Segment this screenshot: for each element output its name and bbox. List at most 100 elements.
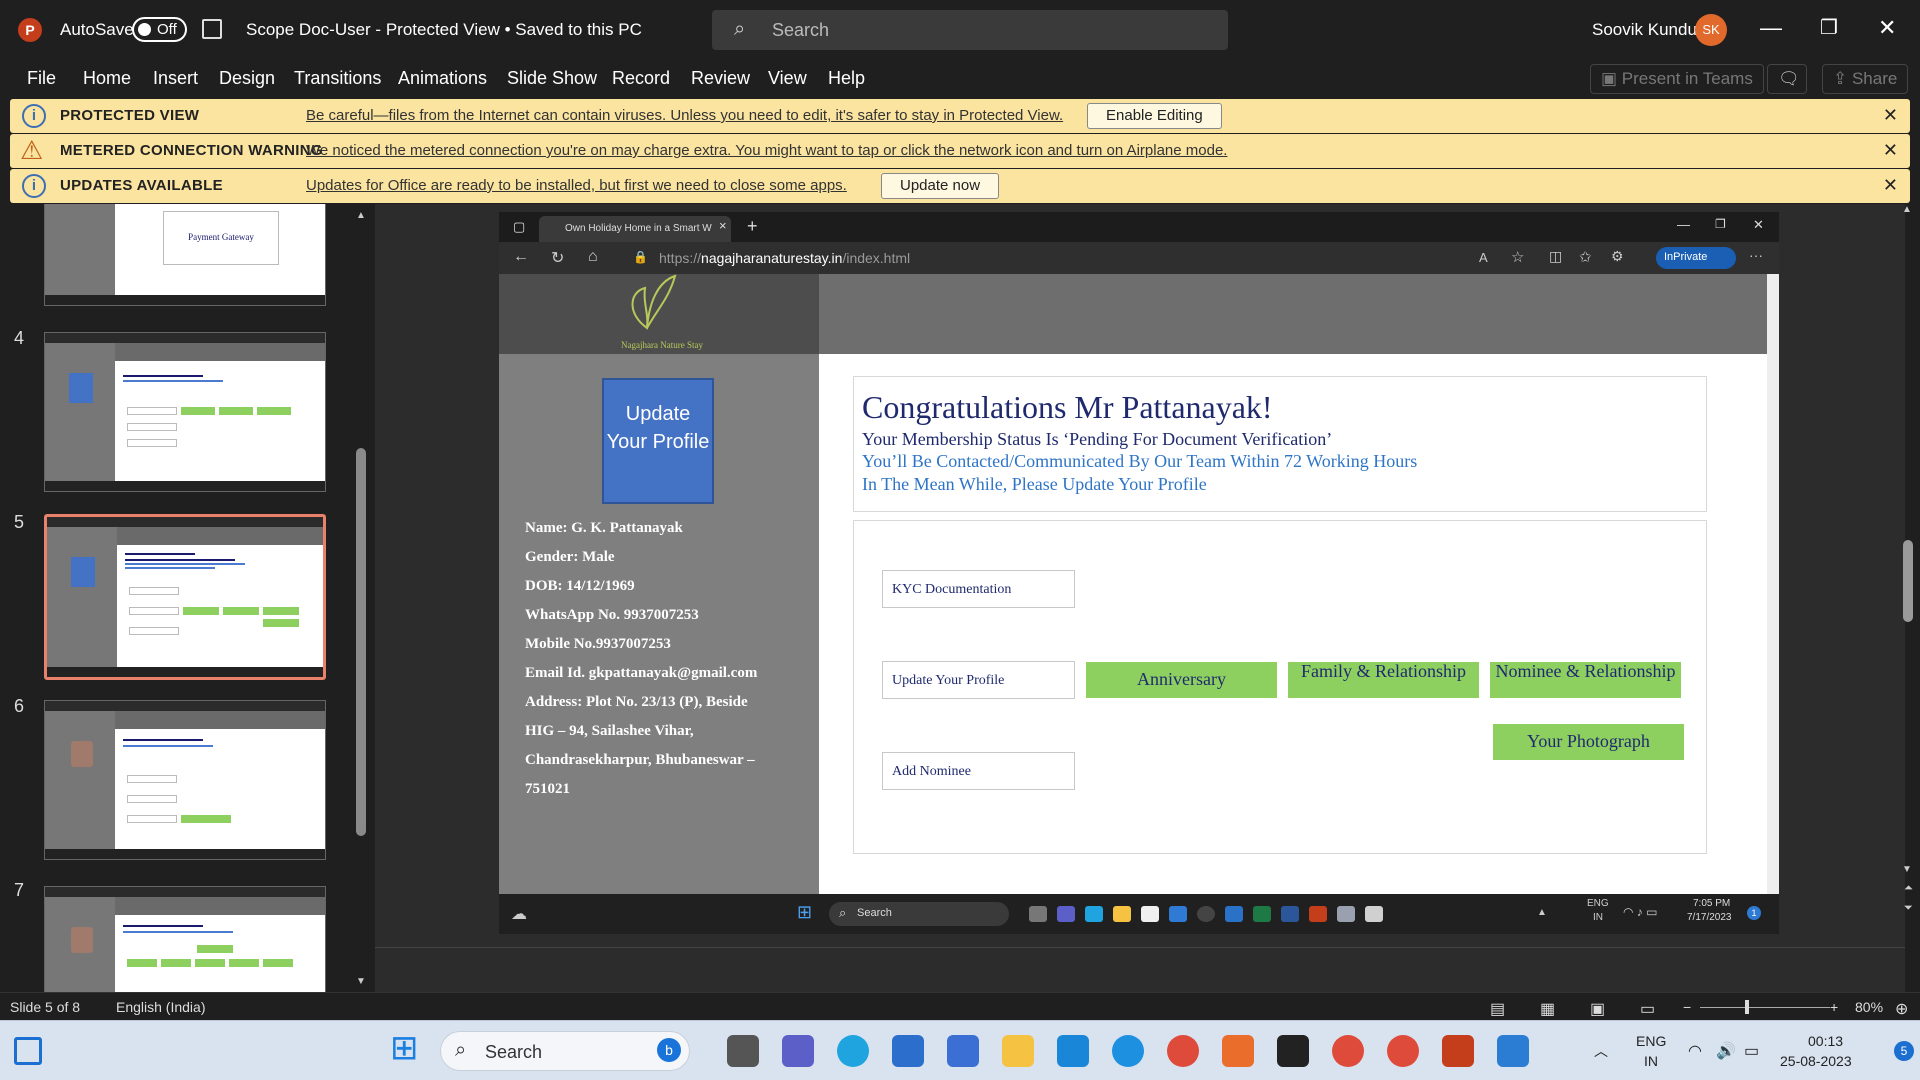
store-icon[interactable]: [947, 1035, 979, 1067]
close-icon[interactable]: ✕: [1883, 105, 1898, 126]
next-slide-icon[interactable]: ⏷: [1904, 902, 1913, 915]
notification-message[interactable]: We noticed the metered connection you're…: [306, 142, 1227, 159]
chrome-icon[interactable]: [1167, 1035, 1199, 1067]
zoom-app-icon[interactable]: [1112, 1035, 1144, 1067]
widgets-icon[interactable]: [14, 1037, 42, 1065]
tab-transitions[interactable]: Transitions: [294, 68, 381, 89]
close-icon[interactable]: ✕: [1883, 175, 1898, 196]
comments-button[interactable]: 🗨: [1767, 64, 1807, 94]
zoom-in-icon[interactable]: +: [1830, 999, 1838, 1015]
scroll-down-icon[interactable]: ▼: [356, 976, 366, 987]
taskbar-time[interactable]: 00:13: [1808, 1033, 1843, 1049]
figma-icon[interactable]: [1277, 1035, 1309, 1067]
teams-chat-icon[interactable]: [782, 1035, 814, 1067]
slide-thumbnail-6[interactable]: [44, 700, 326, 860]
slide-thumbnail-4[interactable]: [44, 332, 326, 492]
battery-icon[interactable]: ▭: [1744, 1041, 1759, 1061]
zoom-slider[interactable]: [1700, 1007, 1830, 1008]
slide-scroll-thumb[interactable]: [1903, 540, 1913, 622]
slide-thumbnail-5[interactable]: [44, 514, 326, 680]
taskbar-search-box[interactable]: ⌕ Search b: [440, 1031, 690, 1071]
enable-editing-button[interactable]: Enable Editing: [1087, 103, 1222, 129]
thumb-main: [117, 363, 323, 479]
thumb-header: [115, 897, 325, 915]
tab-view[interactable]: View: [768, 68, 807, 89]
site-header-logo-area: Nagajhara Nature Stay: [499, 274, 819, 354]
thumb-text-line: [125, 559, 235, 561]
scroll-up-icon[interactable]: ▲: [356, 210, 366, 221]
tab-home[interactable]: Home: [83, 68, 131, 89]
chevron-up-icon[interactable]: ︿: [1594, 1041, 1608, 1061]
slide-sorter-icon[interactable]: ▦: [1540, 999, 1555, 1019]
notes-icon[interactable]: ▤: [1490, 999, 1505, 1019]
reading-view-icon[interactable]: ▣: [1590, 999, 1605, 1019]
taskbar-lang-2[interactable]: IN: [1644, 1053, 1658, 1069]
tab-file[interactable]: File: [27, 68, 56, 89]
task-view-icon[interactable]: [727, 1035, 759, 1067]
anniversary-button: Anniversary: [1085, 661, 1278, 699]
lock-icon: 🔒: [633, 250, 648, 264]
slide-show-icon[interactable]: ▭: [1640, 999, 1655, 1019]
edge-icon[interactable]: [837, 1035, 869, 1067]
thumb-blue-button: [69, 373, 93, 403]
warning-icon: ⚠: [20, 135, 44, 165]
share-button[interactable]: ⇪ Share: [1822, 64, 1909, 94]
scroll-up-icon[interactable]: ▲: [1902, 204, 1912, 215]
notepad-icon[interactable]: [1497, 1035, 1529, 1067]
taskbar-date[interactable]: 25-08-2023: [1780, 1053, 1852, 1069]
save-icon[interactable]: [202, 19, 222, 39]
chrome-profile-icon[interactable]: [1332, 1035, 1364, 1067]
zoom-level[interactable]: 80%: [1855, 999, 1883, 1015]
tab-help[interactable]: Help: [828, 68, 865, 89]
previous-slide-icon[interactable]: ⏶: [1904, 882, 1913, 895]
tab-record[interactable]: Record: [612, 68, 670, 89]
kyc-documentation-field: KYC Documentation: [882, 570, 1075, 608]
title-search-box[interactable]: ⌕ Search: [712, 10, 1228, 50]
thumb-text-line: [123, 931, 233, 933]
present-in-teams-button[interactable]: ▣ Present in Teams: [1590, 64, 1764, 94]
notification-badge[interactable]: 5: [1894, 1041, 1914, 1061]
autosave-toggle[interactable]: Off: [132, 17, 187, 42]
close-icon[interactable]: ✕: [1883, 140, 1898, 161]
tab-design[interactable]: Design: [219, 68, 275, 89]
windows-start-icon[interactable]: ⊞: [390, 1031, 419, 1065]
notification-message[interactable]: Updates for Office are ready to be insta…: [306, 177, 847, 194]
close-icon[interactable]: ✕: [1878, 15, 1896, 41]
wifi-icon[interactable]: ◠: [1688, 1041, 1702, 1061]
slide-screenshot-image[interactable]: ▢ Own Holiday Home in a Smart W × + — ❐ …: [499, 212, 1779, 934]
teams-icon: [1057, 906, 1075, 922]
app-icon[interactable]: [1222, 1035, 1254, 1067]
teams-icon: ▣: [1601, 69, 1622, 88]
minimize-icon[interactable]: —: [1760, 15, 1782, 41]
notification-message[interactable]: Be careful—files from the Internet can c…: [306, 107, 1063, 124]
avatar[interactable]: SK: [1695, 14, 1727, 46]
taskbar-lang-1[interactable]: ENG: [1636, 1033, 1666, 1049]
chrome-profile-2-icon[interactable]: [1387, 1035, 1419, 1067]
star-icon: ☆: [1511, 249, 1525, 266]
zoom-out-icon[interactable]: −: [1683, 999, 1691, 1015]
slide-thumbnail-7[interactable]: [44, 886, 326, 992]
slide-thumbnail-3[interactable]: Payment Gateway: [44, 204, 326, 306]
tab-insert[interactable]: Insert: [153, 68, 198, 89]
url-host: nagajharanaturestay.in: [701, 250, 843, 266]
thumbnail-scroll-thumb[interactable]: [356, 448, 366, 836]
tab-review[interactable]: Review: [691, 68, 750, 89]
tab-slide-show[interactable]: Slide Show: [507, 68, 597, 89]
user-name[interactable]: Soovik Kundu: [1592, 20, 1697, 40]
tab-animations[interactable]: Animations: [398, 68, 487, 89]
zoom-slider-thumb[interactable]: [1745, 1000, 1749, 1014]
restore-icon[interactable]: ❐: [1820, 15, 1838, 40]
info-icon: i: [22, 174, 46, 198]
vscode-icon[interactable]: [892, 1035, 924, 1067]
fit-slide-icon[interactable]: ⊕: [1895, 999, 1908, 1019]
search-placeholder: Search: [772, 20, 830, 40]
volume-icon[interactable]: 🔊: [1716, 1041, 1736, 1061]
update-now-button[interactable]: Update now: [881, 173, 1000, 199]
l-app-icon[interactable]: [1057, 1035, 1089, 1067]
powerpoint-taskbar-icon[interactable]: [1442, 1035, 1474, 1067]
scroll-down-icon[interactable]: ▼: [1902, 864, 1912, 875]
language-indicator[interactable]: English (India): [116, 999, 206, 1015]
file-explorer-icon[interactable]: [1002, 1035, 1034, 1067]
update-message: In The Mean While, Please Update Your Pr…: [862, 474, 1207, 494]
plus-icon: +: [747, 216, 758, 236]
